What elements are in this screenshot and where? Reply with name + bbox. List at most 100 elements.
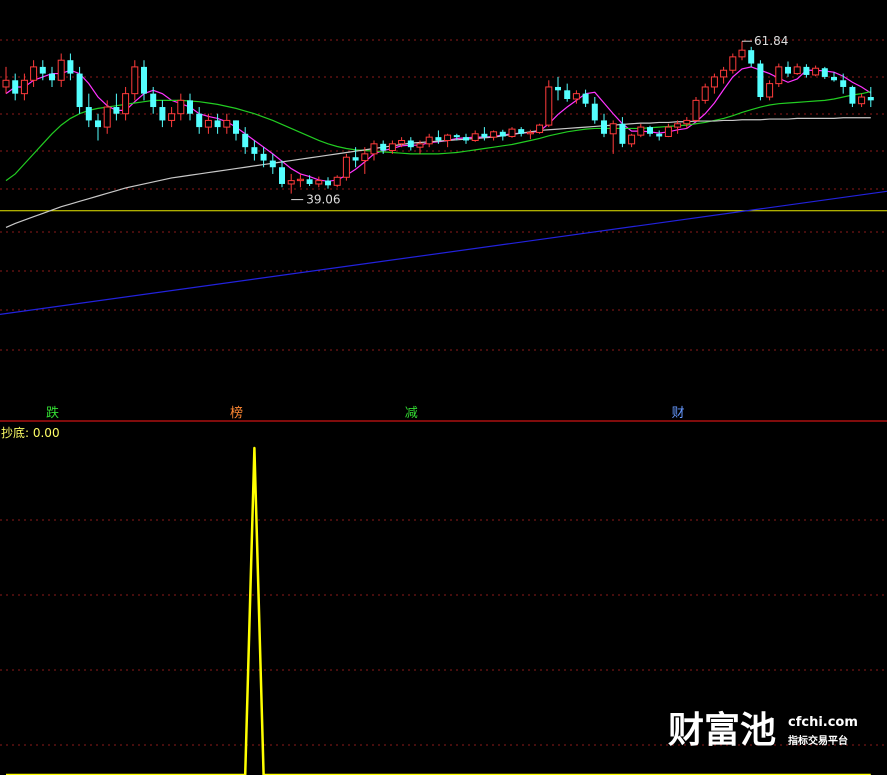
- candle: [196, 107, 203, 134]
- candle: [233, 120, 239, 141]
- candle-body: [453, 135, 460, 138]
- candle: [849, 85, 856, 108]
- candle-body: [564, 90, 571, 100]
- candle-body: [803, 66, 810, 75]
- stock-chart: 61.84 39.06 跌 榜 减 财 抄底: 0.00 财富池 cfchi.com 指标…: [0, 34, 887, 775]
- candle-body: [508, 128, 516, 137]
- candle-body: [187, 100, 193, 114]
- candle: [793, 63, 801, 75]
- candle-body: [325, 180, 331, 186]
- candle-body: [601, 120, 607, 134]
- candle-body: [95, 120, 101, 128]
- candle-body: [757, 63, 764, 97]
- candle-body: [315, 180, 323, 185]
- candle: [315, 176, 323, 188]
- candle-body: [647, 127, 653, 134]
- candle: [757, 60, 764, 101]
- candle-body: [398, 139, 406, 145]
- candle-body: [849, 86, 856, 104]
- candle-body: [57, 59, 65, 81]
- candle-body: [242, 133, 249, 148]
- candles: [2, 41, 874, 194]
- candle-body: [720, 69, 728, 78]
- candle-body: [858, 96, 866, 105]
- candle-body: [150, 93, 157, 108]
- candle-body: [113, 107, 120, 114]
- candle: [463, 133, 469, 144]
- candle: [858, 93, 866, 108]
- candle-body: [775, 66, 783, 85]
- candle: [729, 53, 737, 74]
- candle: [601, 113, 607, 138]
- candle: [425, 133, 433, 148]
- candle-body: [333, 176, 341, 186]
- ma-line-ma250: [0, 190, 887, 316]
- candle: [223, 113, 231, 134]
- candle-body: [536, 124, 544, 133]
- candle-body: [12, 80, 19, 94]
- watermark-slogan: 指标交易平台: [788, 734, 848, 747]
- candle: [325, 177, 331, 189]
- candle-body: [499, 131, 506, 137]
- candle-body: [49, 73, 55, 81]
- candle: [131, 60, 139, 101]
- candle-body: [287, 180, 295, 185]
- candle-body: [481, 133, 488, 138]
- candle: [187, 93, 193, 121]
- candle-body: [435, 137, 442, 141]
- candle: [30, 60, 38, 87]
- candle-body: [425, 136, 433, 145]
- candle-body: [572, 93, 580, 100]
- candle-body: [840, 80, 847, 87]
- candle: [867, 86, 874, 108]
- candle: [508, 127, 516, 138]
- candle: [471, 130, 479, 142]
- candle: [444, 133, 452, 148]
- candle-body: [471, 133, 479, 141]
- candle-body: [177, 99, 185, 115]
- candle: [609, 120, 617, 154]
- event-marker: 跌: [46, 405, 59, 421]
- candle-body: [141, 66, 147, 94]
- candle: [536, 123, 544, 134]
- candle-body: [867, 97, 874, 101]
- candle: [214, 113, 221, 134]
- candle: [342, 153, 350, 181]
- candle: [499, 129, 506, 141]
- candle-body: [526, 131, 534, 135]
- candle-body: [416, 143, 424, 148]
- event-marker: 榜: [230, 405, 243, 421]
- candle-body: [831, 76, 837, 81]
- candle: [296, 173, 304, 188]
- candle-body: [30, 66, 38, 81]
- candle: [701, 83, 709, 104]
- candle-body: [729, 56, 737, 71]
- candle-body: [76, 73, 83, 108]
- candle-body: [692, 99, 700, 121]
- candle: [57, 53, 65, 87]
- candle-body: [812, 67, 820, 76]
- candle-body: [380, 143, 387, 151]
- candle: [490, 130, 498, 141]
- candle: [279, 160, 285, 188]
- candle-body: [233, 120, 239, 134]
- candle-body: [738, 49, 746, 58]
- candle-body: [67, 60, 74, 74]
- candle: [555, 76, 561, 101]
- candle-body: [214, 120, 221, 128]
- candle: [287, 173, 295, 194]
- candle-body: [39, 66, 46, 74]
- event-marker: 减: [405, 406, 418, 421]
- candle: [766, 80, 774, 101]
- candle: [564, 83, 571, 102]
- candle: [775, 63, 783, 87]
- min-price-label: 39.06: [306, 193, 340, 207]
- candle-body: [306, 179, 313, 184]
- candle: [76, 66, 83, 114]
- candle: [518, 127, 525, 137]
- candle-body: [131, 66, 139, 95]
- candle-body: [269, 160, 276, 168]
- candle-body: [664, 126, 672, 137]
- candle-body: [490, 131, 498, 138]
- candle-body: [168, 113, 176, 121]
